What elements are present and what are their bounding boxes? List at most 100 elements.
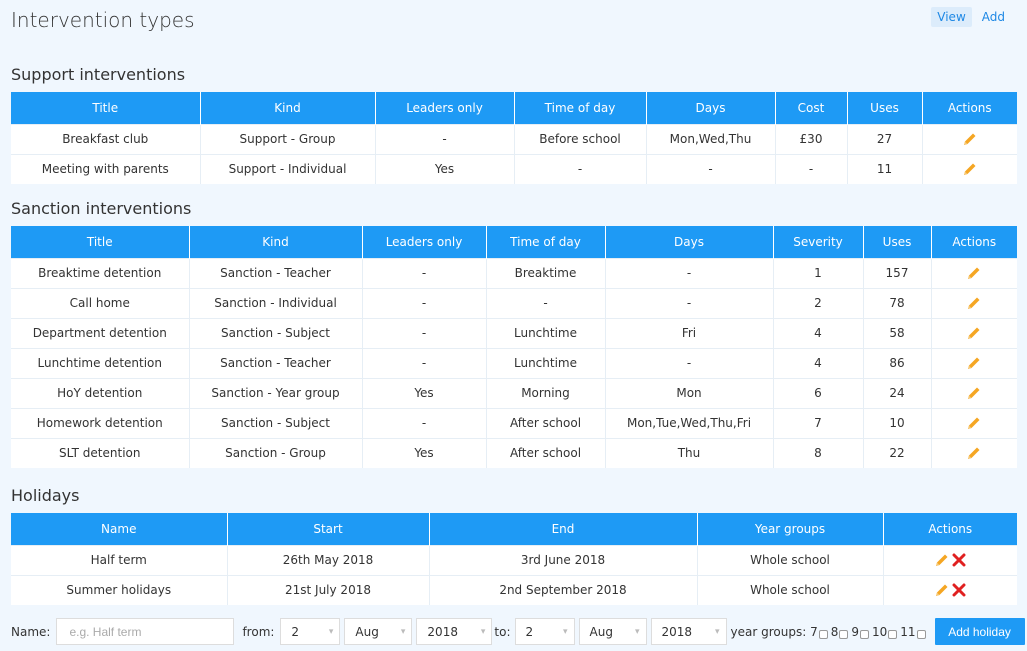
table-row: SLT detention Sanction - Group Yes After sc… xyxy=(11,437,1017,468)
column-header: Name xyxy=(11,513,228,545)
pencil-icon[interactable] xyxy=(962,162,978,176)
table-cell: Support - Group xyxy=(200,123,376,154)
actions-cell xyxy=(931,317,1017,348)
table-cell: Support - Individual xyxy=(200,153,376,184)
table-cell: Lunchtime xyxy=(486,347,606,378)
pencil-icon[interactable] xyxy=(966,446,982,460)
pencil-icon[interactable] xyxy=(934,553,950,567)
table-row: HoY detention Sanction - Year group Yes Mor… xyxy=(11,377,1017,408)
table-cell: 6 xyxy=(773,377,864,408)
holidays-table: Name Start End Year groups Actions Half term… xyxy=(11,513,1017,605)
year-group-checkbox[interactable] xyxy=(859,630,869,639)
pencil-icon[interactable] xyxy=(962,132,978,146)
table-cell: 1 xyxy=(773,257,864,288)
year-group-checkbox[interactable] xyxy=(916,630,926,639)
year-group-10[interactable]: 10 xyxy=(872,624,898,639)
table-cell: - xyxy=(375,123,515,154)
column-header: Time of day xyxy=(486,226,606,258)
year-group-8[interactable]: 8 xyxy=(831,624,849,639)
pencil-icon[interactable] xyxy=(966,386,982,400)
table-cell: 2nd September 2018 xyxy=(429,574,698,605)
year-group-7[interactable]: year groups: 7 xyxy=(731,624,828,639)
pencil-icon[interactable] xyxy=(966,266,982,280)
table-cell: 78 xyxy=(863,287,932,318)
table-cell: Sanction - Teacher xyxy=(189,347,363,378)
actions-cell xyxy=(931,347,1017,378)
table-cell: Summer holidays xyxy=(11,574,228,605)
table-cell: HoY detention xyxy=(11,377,190,408)
page-title: Intervention types xyxy=(11,8,195,32)
pencil-icon[interactable] xyxy=(966,326,982,340)
year-group-checkbox[interactable] xyxy=(839,630,849,639)
pencil-icon[interactable] xyxy=(966,416,982,430)
column-header: Uses xyxy=(847,92,923,124)
column-header: Leaders only xyxy=(375,92,515,124)
pencil-icon[interactable] xyxy=(966,356,982,370)
from-year-value: 2018 xyxy=(427,624,458,639)
year-group-checkbox[interactable] xyxy=(888,630,898,639)
table-cell: Yes xyxy=(362,377,487,408)
table-row: Half term 26th May 2018 3rd June 2018 Whole… xyxy=(11,544,1017,575)
table-cell: Breaktime xyxy=(486,257,606,288)
support-section-title: Support interventions xyxy=(11,65,186,84)
from-day-select[interactable]: 2 ▾ xyxy=(280,618,341,645)
table-cell: 22 xyxy=(863,437,932,468)
table-cell: Breakfast club xyxy=(11,123,201,154)
holidays-section-title: Holidays xyxy=(11,486,80,505)
support-table: Title Kind Leaders only Time of day Days Cost… xyxy=(11,92,1017,184)
column-header: Days xyxy=(605,226,774,258)
year-group-11[interactable]: 11 xyxy=(900,624,926,639)
to-year-select[interactable]: 2018 ▾ xyxy=(650,618,727,645)
table-cell: - xyxy=(486,287,606,318)
column-header: Title xyxy=(11,92,201,124)
table-cell: 26th May 2018 xyxy=(227,544,430,575)
table-cell: Department detention xyxy=(11,317,190,348)
table-cell: Thu xyxy=(605,437,774,468)
holiday-name-input[interactable] xyxy=(56,618,235,645)
name-label: Name: xyxy=(11,624,51,639)
table-cell: Homework detention xyxy=(11,407,190,438)
from-month-value: Aug xyxy=(355,624,379,639)
pencil-icon[interactable] xyxy=(934,583,950,597)
table-cell: 86 xyxy=(863,347,932,378)
add-holiday-form: Name: from: 2▾ Aug▾ 2018▾ to: 2▾ Aug▾ 20… xyxy=(11,618,1025,645)
table-cell: 10 xyxy=(863,407,932,438)
column-header: Uses xyxy=(863,226,932,258)
to-month-select[interactable]: Aug ▾ xyxy=(578,618,647,645)
year-groups-label: year groups: 7 xyxy=(730,624,818,639)
column-header: Actions xyxy=(931,226,1017,258)
view-link[interactable]: View xyxy=(931,7,972,27)
chevron-down-icon: ▾ xyxy=(328,626,334,637)
year-group-checkbox[interactable] xyxy=(818,630,828,639)
table-cell: 157 xyxy=(863,257,932,288)
chevron-down-icon: ▾ xyxy=(562,626,568,637)
table-cell: - xyxy=(646,153,776,184)
table-cell: Before school xyxy=(514,123,647,154)
year-group-9[interactable]: 9 xyxy=(851,624,869,639)
table-cell: 8 xyxy=(773,437,864,468)
sanction-table: Title Kind Leaders only Time of day Days Seve… xyxy=(11,226,1017,468)
table-cell: 3rd June 2018 xyxy=(429,544,698,575)
cross-icon[interactable] xyxy=(952,583,966,597)
add-holiday-button[interactable]: Add holiday xyxy=(934,618,1025,645)
cross-icon[interactable] xyxy=(952,553,966,567)
from-year-select[interactable]: 2018 ▾ xyxy=(416,618,493,645)
table-row: Homework detention Sanction - Subject - Aft… xyxy=(11,407,1017,438)
table-row: Department detention Sanction - Subject - L… xyxy=(11,317,1017,348)
table-cell: Sanction - Subject xyxy=(189,407,363,438)
table-cell: - xyxy=(514,153,647,184)
column-header: Cost xyxy=(775,92,848,124)
to-day-select[interactable]: 2 ▾ xyxy=(514,618,575,645)
to-year-value: 2018 xyxy=(661,624,693,639)
table-cell: Mon xyxy=(605,377,774,408)
from-month-select[interactable]: Aug ▾ xyxy=(344,618,413,645)
table-cell: - xyxy=(605,347,774,378)
column-header: Start xyxy=(227,513,430,545)
table-cell: Sanction - Subject xyxy=(189,317,363,348)
column-header: Days xyxy=(646,92,776,124)
pencil-icon[interactable] xyxy=(966,296,982,310)
table-cell: - xyxy=(362,317,487,348)
table-cell: Whole school xyxy=(697,574,884,605)
column-header: End xyxy=(429,513,698,545)
add-link[interactable]: Add xyxy=(976,7,1011,27)
